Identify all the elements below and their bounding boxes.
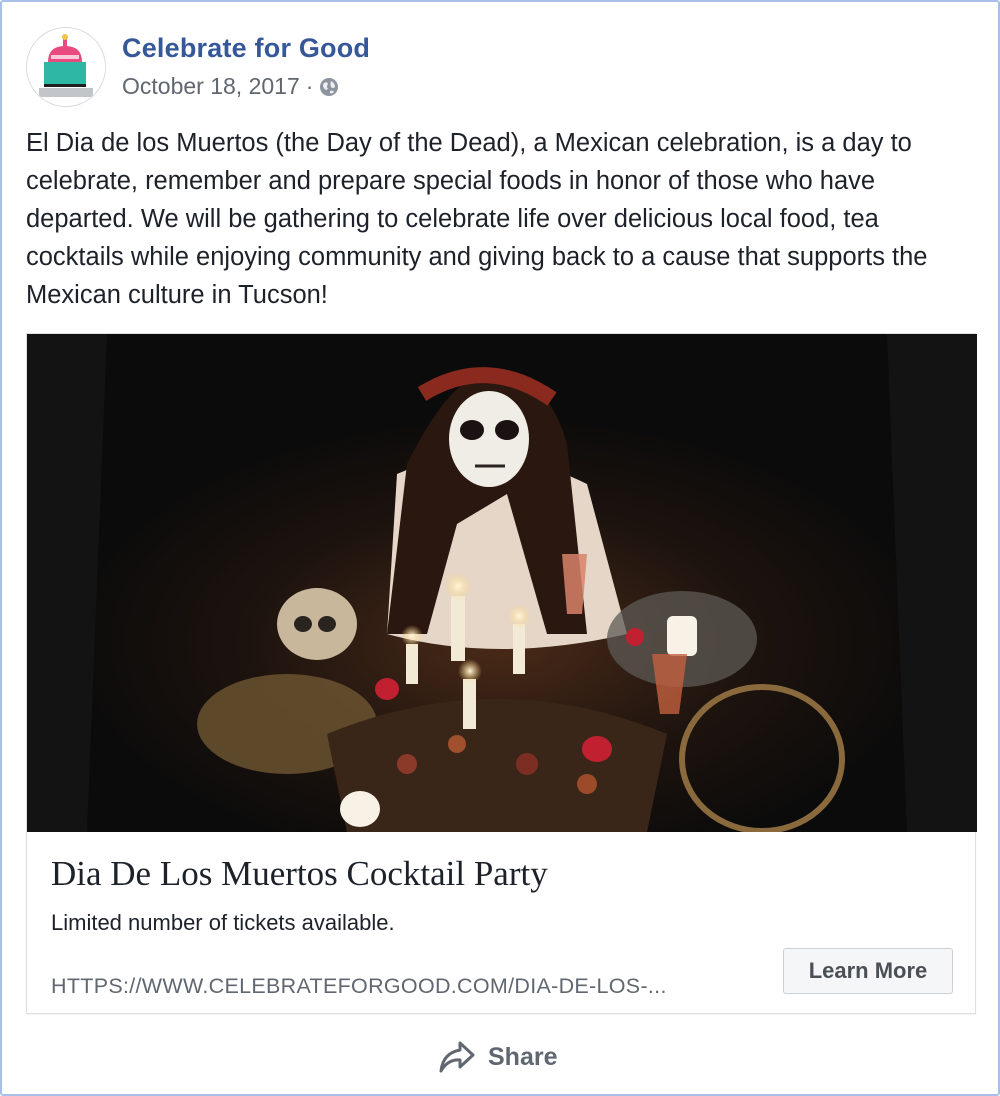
post-header: Celebrate for Good October 18, 2017 · [26,27,926,107]
link-url[interactable]: HTTPS://WWW.CELEBRATEFORGOOD.COM/DIA-DE-… [51,974,741,999]
globe-icon[interactable] [319,77,339,97]
page-name-link[interactable]: Celebrate for Good [122,33,370,64]
share-label: Share [488,1042,558,1071]
share-arrow-icon [439,1041,475,1073]
share-button[interactable]: Share [438,1037,557,1077]
post-text: El Dia de los Muertos (the Day of the De… [26,129,928,309]
learn-more-button[interactable]: Learn More [783,948,953,994]
link-preview-card[interactable]: Dia De Los Muertos Cocktail Party Limite… [26,333,977,1014]
facebook-post: Celebrate for Good October 18, 2017 · El… [0,0,1000,1096]
link-description: Limited number of tickets available. [51,910,395,935]
post-meta: October 18, 2017 · [122,73,339,100]
page-avatar[interactable] [26,27,106,107]
event-photo[interactable] [27,334,977,832]
meta-separator: · [305,73,314,99]
post-date[interactable]: October 18, 2017 [122,73,300,100]
link-title[interactable]: Dia De Los Muertos Cocktail Party [51,854,548,894]
